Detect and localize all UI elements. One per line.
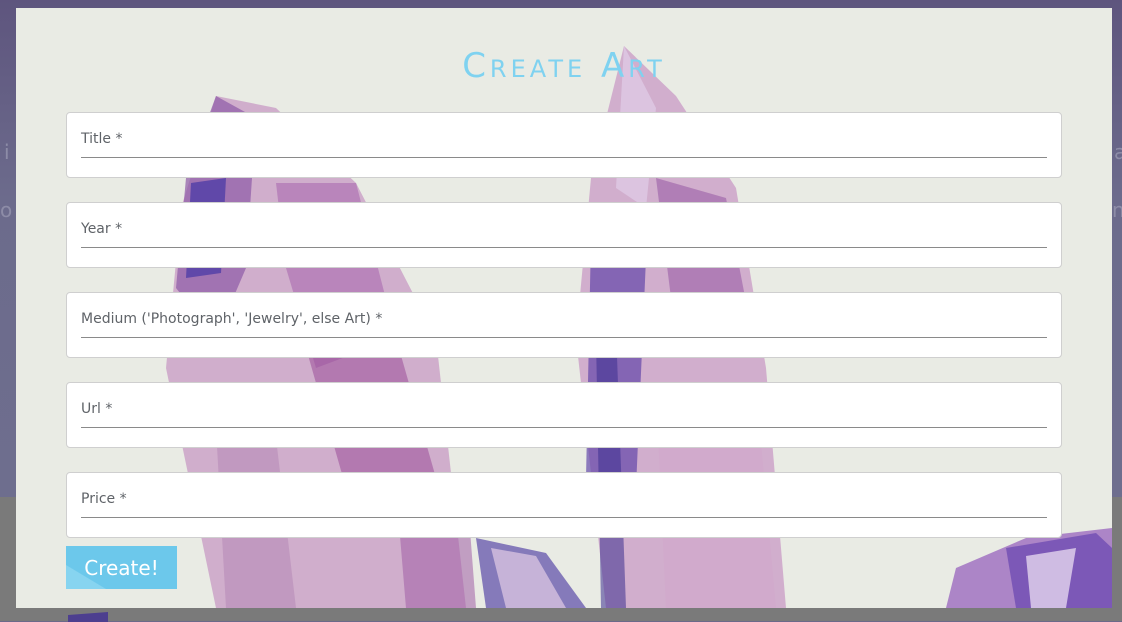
url-field[interactable]: Url *: [66, 382, 1062, 448]
medium-field[interactable]: Medium ('Photograph', 'Jewelry', else Ar…: [66, 292, 1062, 358]
create-art-modal: Create Art Title * Year * Medium ('Photo…: [16, 8, 1112, 608]
create-button-label: Create!: [84, 555, 159, 580]
field-underline: [81, 427, 1047, 428]
backdrop-text: i: [4, 140, 10, 164]
field-underline: [81, 247, 1047, 248]
backdrop-text: n: [1112, 198, 1122, 222]
field-underline: [81, 517, 1047, 518]
title-field[interactable]: Title *: [66, 112, 1062, 178]
url-field-label: Url *: [81, 401, 113, 417]
backdrop-text: o: [0, 198, 13, 222]
backdrop-text: a: [1114, 140, 1122, 164]
modal-title: Create Art: [462, 46, 666, 86]
price-field-label: Price *: [81, 491, 127, 507]
title-field-label: Title *: [81, 131, 123, 147]
field-underline: [81, 157, 1047, 158]
year-field[interactable]: Year *: [66, 202, 1062, 268]
price-field[interactable]: Price *: [66, 472, 1062, 538]
field-underline: [81, 337, 1047, 338]
medium-field-label: Medium ('Photograph', 'Jewelry', else Ar…: [81, 311, 383, 327]
create-button[interactable]: Create!: [66, 546, 177, 589]
year-field-label: Year *: [81, 221, 123, 237]
